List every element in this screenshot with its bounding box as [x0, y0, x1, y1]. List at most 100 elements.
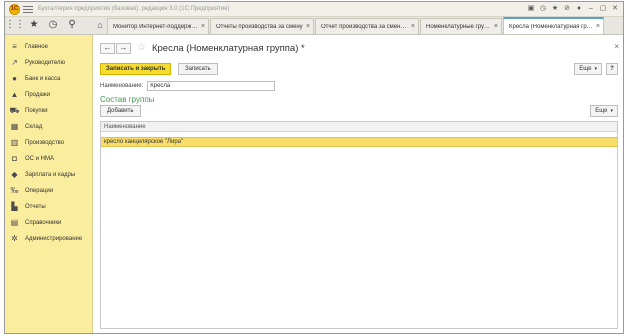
name-field-row: Наименование:	[100, 81, 276, 91]
favorites-icon[interactable]: ★	[29, 20, 39, 30]
tab-nomenclature-groups[interactable]: Номенклатурные группы ×	[420, 18, 502, 34]
chevron-down-icon: ▾	[594, 66, 597, 72]
tab-close-icon[interactable]: ×	[494, 23, 498, 30]
coin-icon: ●	[12, 74, 17, 83]
search-icon[interactable]: ⚲	[67, 20, 77, 30]
sidebar-item-label: Справочники	[25, 220, 62, 226]
tab-label: Номенклатурные группы	[426, 23, 491, 30]
factory-icon: ▥	[10, 138, 19, 147]
title-bar: 1С Бухгалтерия предприятия (базовая), ре…	[5, 2, 623, 17]
table-more-button[interactable]: Еще ▾	[590, 105, 618, 117]
main-panel: ← → ☆ Кресла (Номенклатурная группа) * ×…	[94, 35, 623, 333]
sidebar-item-production[interactable]: ▥ Производство	[5, 135, 92, 151]
sidebar-item-fixed-assets[interactable]: ◘ ОС и НМА	[5, 151, 92, 167]
home-icon[interactable]: ⌂	[93, 16, 107, 34]
sidebar-item-payroll[interactable]: ◆ Зарплата и кадры	[5, 167, 92, 183]
tab-label: Отчет производства за смену (...	[321, 23, 408, 30]
sidebar-item-label: Руководителю	[25, 60, 66, 66]
more-label: Еще	[579, 66, 592, 72]
tab-row: ⋮⋮ ★ ◷ ⚲ ⌂ Монитор Интернет-поддержки ..…	[5, 17, 623, 35]
sidebar-item-main[interactable]: ≡ Главное	[5, 39, 92, 55]
back-button[interactable]: ←	[100, 42, 115, 54]
sidebar-item-management[interactable]: ↗ Руководителю	[5, 55, 92, 71]
message-icon[interactable]: ▣	[527, 4, 535, 12]
sidebar-item-directories[interactable]: ▤ Справочники	[5, 215, 92, 231]
close-icon[interactable]: ✕	[611, 4, 619, 12]
toolbar-icons: ⋮⋮ ★ ◷ ⚲	[5, 16, 93, 34]
save-and-close-button[interactable]: Записать и закрыть	[100, 63, 172, 75]
form-close-icon[interactable]: ×	[614, 42, 619, 51]
star-icon[interactable]: ★	[551, 4, 559, 12]
tab-close-icon[interactable]: ×	[201, 23, 205, 30]
sidebar-item-sales[interactable]: ▲ Продажи	[5, 87, 92, 103]
name-label: Наименование:	[100, 83, 144, 89]
cart-icon: ⛟	[9, 106, 20, 115]
name-input[interactable]	[147, 81, 276, 91]
more-button[interactable]: Еще ▾	[574, 63, 602, 75]
favorite-star-icon[interactable]: ☆	[137, 43, 146, 53]
app-title: Бухгалтерия предприятия (базовая), редак…	[38, 6, 230, 12]
sidebar-item-bank[interactable]: ● Банк и касса	[5, 71, 92, 87]
more-label: Еще	[595, 108, 608, 114]
sidebar-item-purchases[interactable]: ⛟ Покупки	[5, 103, 92, 119]
forward-button[interactable]: →	[116, 42, 131, 54]
table-toolbar: Добавить Еще ▾	[100, 105, 618, 117]
sidebar: ≡ Главное ↗ Руководителю ● Банк и касса ▲ Пр…	[5, 35, 93, 333]
sidebar-item-label: Операции	[25, 188, 54, 194]
book-icon: ▤	[10, 218, 19, 227]
sidebar-item-label: Зарплата и кадры	[25, 172, 76, 178]
sidebar-item-operations[interactable]: ‰ Операции	[5, 183, 92, 199]
tab-label: Монитор Интернет-поддержки ...	[113, 23, 198, 30]
group-items-table[interactable]: Наименование кресло канцелярское "Лира"	[100, 121, 618, 329]
report-icon: ▙	[11, 202, 18, 211]
tab-production-reports[interactable]: Отчеты производства за смену ×	[210, 18, 314, 34]
tab-support-monitor[interactable]: Монитор Интернет-поддержки ... ×	[107, 18, 209, 34]
history-icon[interactable]: ◷	[48, 20, 58, 30]
app-window: 1С Бухгалтерия предприятия (базовая), ре…	[4, 1, 624, 334]
tab-close-icon[interactable]: ×	[596, 23, 600, 30]
sidebar-item-label: Производство	[25, 140, 65, 146]
gear-icon: ✲	[11, 234, 18, 243]
minimize-icon[interactable]: –	[587, 4, 595, 12]
sidebar-item-label: ОС и НМА	[25, 156, 55, 162]
people-icon: ◆	[11, 170, 18, 179]
bell-icon[interactable]: ♦	[575, 4, 583, 12]
truck-icon: ◘	[12, 154, 17, 163]
history-icon[interactable]: ◷	[539, 4, 547, 12]
maximize-icon[interactable]: ▢	[599, 4, 607, 12]
tab-close-icon[interactable]: ×	[306, 23, 310, 30]
add-button[interactable]: Добавить	[100, 105, 141, 117]
form-toolbar: Записать и закрыть Записать Еще ▾ ?	[100, 63, 618, 75]
apps-icon[interactable]: ⋮⋮	[5, 20, 25, 30]
app-logo[interactable]: 1С	[9, 3, 20, 15]
row-name-cell: кресло канцелярское "Лира"	[104, 139, 184, 145]
save-button[interactable]: Записать	[178, 63, 218, 75]
menu-icon: ≡	[12, 42, 17, 51]
chevron-down-icon: ▾	[610, 108, 613, 114]
sidebar-item-administration[interactable]: ✲ Администрирование	[5, 231, 92, 247]
help-button[interactable]: ?	[606, 63, 618, 75]
warehouse-icon: ▦	[10, 122, 19, 131]
tab-close-icon[interactable]: ×	[411, 23, 415, 30]
tab-armchairs[interactable]: Кресла (Номенклатурная гру... ×	[503, 17, 604, 34]
table-row[interactable]: кресло канцелярское "Лира"	[101, 137, 617, 147]
sidebar-item-label: Главное	[25, 44, 48, 50]
tab-label: Отчеты производства за смену	[216, 23, 303, 30]
trend-icon: ↗	[11, 58, 18, 67]
page-title: Кресла (Номенклатурная группа) *	[151, 42, 305, 54]
sidebar-item-label: Банк и касса	[25, 76, 61, 82]
column-header-name[interactable]: Наименование	[101, 122, 617, 132]
link-icon[interactable]: ⊘	[563, 4, 571, 12]
main-menu-icon[interactable]	[23, 5, 33, 14]
tab-label: Кресла (Номенклатурная гру...	[509, 23, 593, 30]
operations-icon: ‰	[10, 186, 19, 195]
sidebar-item-warehouse[interactable]: ▦ Склад	[5, 119, 92, 135]
tab-production-report[interactable]: Отчет производства за смену (... ×	[315, 18, 419, 34]
sidebar-item-label: Продажи	[25, 92, 51, 98]
sidebar-item-label: Отчеты	[25, 204, 46, 210]
sidebar-item-label: Покупки	[25, 108, 48, 114]
bag-icon: ▲	[10, 90, 19, 99]
sidebar-item-label: Администрирование	[25, 236, 83, 242]
group-section-title[interactable]: Состав группы	[100, 95, 154, 104]
sidebar-item-reports[interactable]: ▙ Отчеты	[5, 199, 92, 215]
